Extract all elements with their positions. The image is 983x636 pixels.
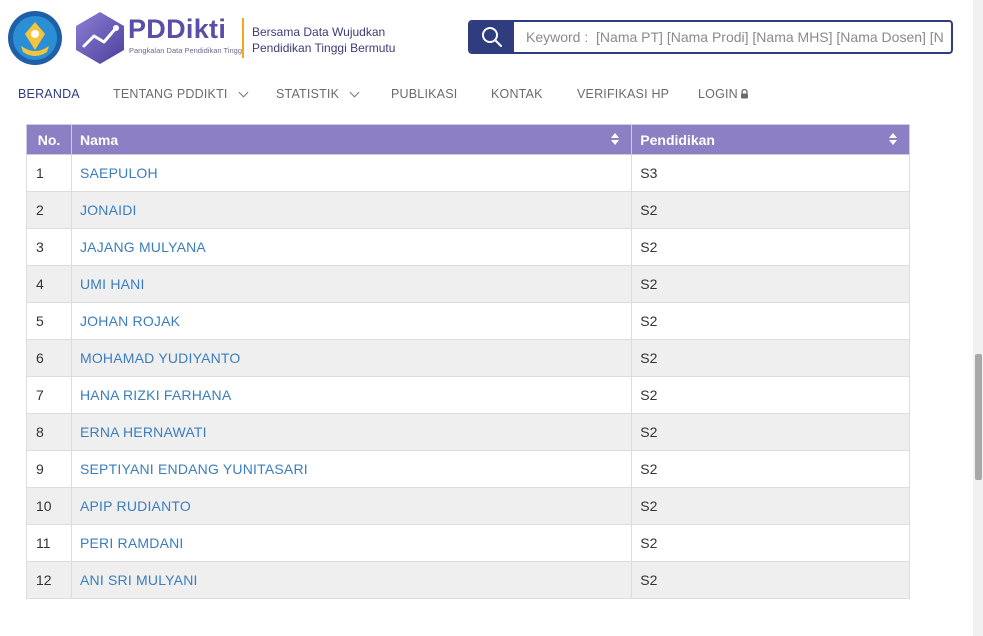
education-level: S2 bbox=[631, 487, 910, 525]
nav-item-label: BERANDA bbox=[18, 87, 80, 101]
dosen-name-link[interactable]: UMI HANI bbox=[80, 276, 145, 292]
column-header-label: Pendidikan bbox=[640, 131, 715, 148]
table-row: 1 SAEPULOH S3 bbox=[26, 154, 910, 192]
nav-item-label: STATISTIK bbox=[276, 87, 340, 101]
column-header-label: Nama bbox=[79, 131, 119, 148]
row-number: 4 bbox=[26, 265, 72, 303]
nav-item-label: TENTANG PDDIKTI bbox=[113, 87, 228, 101]
dosen-name-link[interactable]: HANA RIZKI FARHANA bbox=[80, 387, 231, 403]
dosen-name-link[interactable]: SEPTIYANI ENDANG YUNITASARI bbox=[80, 461, 308, 477]
table-row: 11 PERI RAMDANI S2 bbox=[26, 524, 910, 562]
dosen-table: No. Nama Pendidikan 1 SAEPULOH S3 2 JONA… bbox=[26, 124, 910, 599]
search-button[interactable] bbox=[470, 22, 514, 52]
scrollbar-thumb[interactable] bbox=[975, 354, 982, 480]
nav-item-kontak[interactable]: KONTAK bbox=[491, 87, 543, 101]
search-input[interactable] bbox=[520, 22, 950, 52]
row-number: 11 bbox=[26, 524, 72, 562]
dosen-name-link[interactable]: ANI SRI MULYANI bbox=[80, 572, 198, 588]
column-header-nama[interactable]: Nama bbox=[70, 124, 633, 155]
dosen-name-link[interactable]: SAEPULOH bbox=[80, 165, 158, 181]
tagline-line-1: Bersama Data Wujudkan bbox=[252, 25, 386, 39]
nav-item-beranda[interactable]: BERANDA bbox=[18, 87, 80, 101]
row-number: 5 bbox=[26, 302, 72, 340]
brand-name[interactable]: PDDikti bbox=[128, 14, 226, 45]
education-level: S2 bbox=[631, 302, 910, 340]
table-row: 7 HANA RIZKI FARHANA S2 bbox=[26, 376, 910, 414]
table-row: 8 ERNA HERNAWATI S2 bbox=[26, 413, 910, 451]
main-nav: BERANDA TENTANG PDDIKTI STATISTIK PUBLIK… bbox=[0, 82, 973, 108]
dosen-name-link[interactable]: JONAIDI bbox=[80, 202, 137, 218]
education-level: S2 bbox=[631, 524, 910, 562]
education-level: S3 bbox=[631, 154, 910, 192]
kemdikbud-logo[interactable] bbox=[7, 10, 63, 66]
nav-item-statistik[interactable]: STATISTIK bbox=[276, 87, 360, 101]
column-header-no: No. bbox=[26, 124, 72, 155]
education-level: S2 bbox=[631, 265, 910, 303]
search-icon bbox=[482, 27, 502, 47]
row-number: 7 bbox=[26, 376, 72, 414]
tagline: Bersama Data Wujudkan Pendidikan Tinggi … bbox=[252, 24, 422, 56]
nav-item-label: VERIFIKASI HP bbox=[577, 87, 670, 101]
dosen-name-link[interactable]: JOHAN ROJAK bbox=[80, 313, 180, 329]
row-number: 12 bbox=[26, 561, 72, 599]
chevron-down-icon bbox=[349, 87, 360, 97]
row-number: 8 bbox=[26, 413, 72, 451]
education-level: S2 bbox=[631, 339, 910, 377]
dosen-name-link[interactable]: ERNA HERNAWATI bbox=[80, 424, 207, 440]
dosen-table-container: No. Nama Pendidikan 1 SAEPULOH S3 2 JONA… bbox=[26, 124, 910, 599]
sort-icon[interactable] bbox=[889, 133, 897, 147]
nav-item-label: KONTAK bbox=[491, 87, 543, 101]
pddikti-logo-icon[interactable] bbox=[72, 10, 128, 66]
search-box bbox=[468, 20, 953, 54]
table-row: 2 JONAIDI S2 bbox=[26, 191, 910, 229]
brand-subtitle: Pangkalan Data Pendidikan Tinggi bbox=[129, 46, 244, 55]
row-number: 9 bbox=[26, 450, 72, 488]
table-row: 4 UMI HANI S2 bbox=[26, 265, 910, 303]
nav-item-tentang-pddikti[interactable]: TENTANG PDDIKTI bbox=[113, 87, 249, 101]
table-row: 9 SEPTIYANI ENDANG YUNITASARI S2 bbox=[26, 450, 910, 488]
dosen-name-link[interactable]: JAJANG MULYANA bbox=[80, 239, 206, 255]
row-number: 10 bbox=[26, 487, 72, 525]
dosen-name-link[interactable]: PERI RAMDANI bbox=[80, 535, 184, 551]
table-row: 10 APIP RUDIANTO S2 bbox=[26, 487, 910, 525]
lock-icon bbox=[740, 89, 748, 99]
table-row: 6 MOHAMAD YUDIYANTO S2 bbox=[26, 339, 910, 377]
education-level: S2 bbox=[631, 561, 910, 599]
column-header-pendidikan[interactable]: Pendidikan bbox=[631, 124, 910, 155]
nav-item-login[interactable]: LOGIN bbox=[698, 87, 749, 101]
table-header-row: No. Nama Pendidikan bbox=[26, 124, 910, 155]
education-level: S2 bbox=[631, 450, 910, 488]
education-level: S2 bbox=[631, 376, 910, 414]
sort-icon[interactable] bbox=[611, 133, 620, 147]
tagline-line-2: Pendidikan Tinggi Bermutu bbox=[252, 41, 396, 55]
table-row: 3 JAJANG MULYANA S2 bbox=[26, 228, 910, 266]
brand-divider bbox=[242, 18, 244, 58]
chevron-down-icon bbox=[238, 87, 249, 97]
site-header: PDDikti Pangkalan Data Pendidikan Tinggi… bbox=[0, 0, 973, 76]
row-number: 1 bbox=[26, 154, 72, 192]
dosen-name-link[interactable]: MOHAMAD YUDIYANTO bbox=[80, 350, 241, 366]
row-number: 2 bbox=[26, 191, 72, 229]
nav-item-label: LOGIN bbox=[698, 87, 738, 101]
page-scrollbar[interactable] bbox=[973, 0, 983, 636]
nav-item-label: PUBLIKASI bbox=[391, 87, 458, 101]
table-row: 12 ANI SRI MULYANI S2 bbox=[26, 561, 910, 599]
education-level: S2 bbox=[631, 191, 910, 229]
row-number: 6 bbox=[26, 339, 72, 377]
table-row: 5 JOHAN ROJAK S2 bbox=[26, 302, 910, 340]
education-level: S2 bbox=[631, 413, 910, 451]
dosen-name-link[interactable]: APIP RUDIANTO bbox=[80, 498, 191, 514]
nav-item-verifikasi-hp[interactable]: VERIFIKASI HP bbox=[577, 87, 669, 101]
table-body: 1 SAEPULOH S3 2 JONAIDI S2 3 JAJANG MULY… bbox=[26, 154, 910, 599]
education-level: S2 bbox=[631, 228, 910, 266]
nav-item-publikasi[interactable]: PUBLIKASI bbox=[391, 87, 457, 101]
row-number: 3 bbox=[26, 228, 72, 266]
